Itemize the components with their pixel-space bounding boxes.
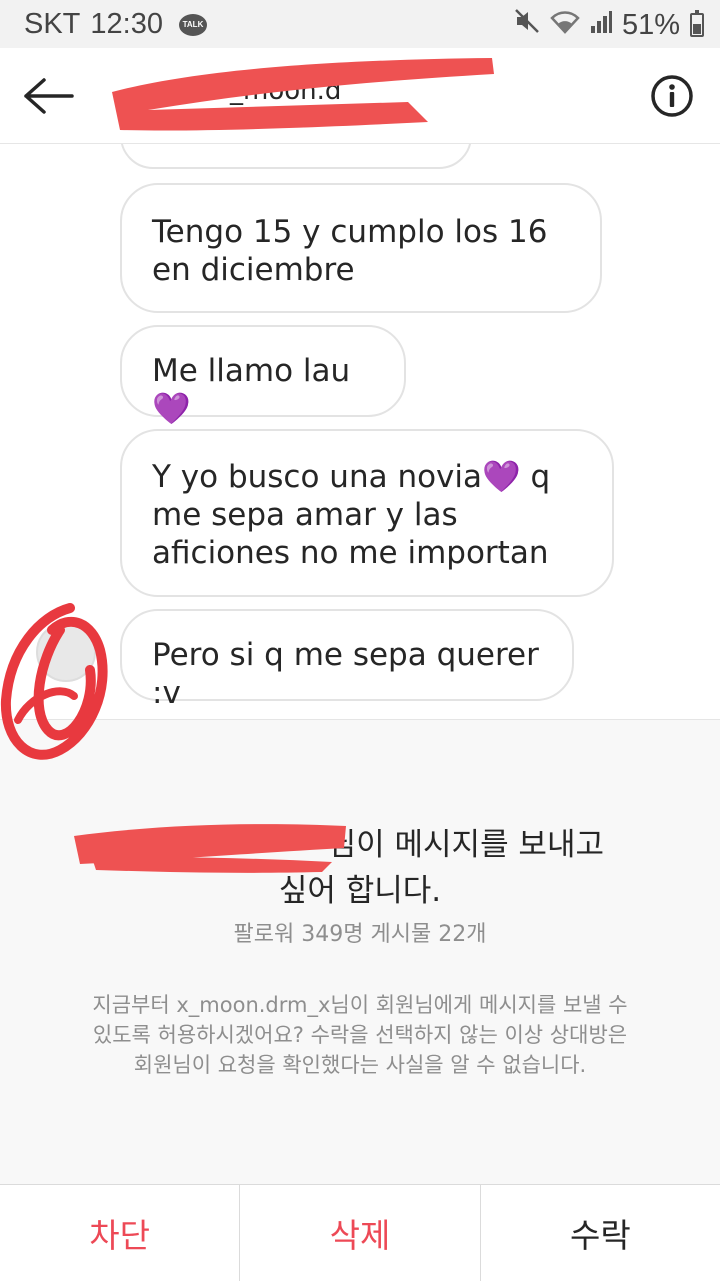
red-circle-scribble (0, 603, 108, 760)
wifi-icon (550, 9, 580, 42)
message-request-panel: 님이 메시지를 보내고 싶어 합니다. 팔로워 349명 게시물 22개 지금부… (0, 719, 720, 1185)
signal-icon (590, 9, 612, 42)
redaction-scribble (74, 824, 346, 873)
delete-button[interactable]: 삭제 (240, 1185, 481, 1281)
message-bubble (120, 143, 472, 169)
message-bubble: Me llamo lau💜 (120, 325, 406, 427)
accept-button[interactable]: 수락 (481, 1185, 720, 1281)
request-actions: 차단 삭제 수락 (0, 1184, 720, 1281)
carrier-label: SKT (24, 8, 81, 40)
clock: 12:30 (90, 8, 163, 40)
battery-percent: 51% (621, 8, 680, 41)
block-button[interactable]: 차단 (0, 1185, 241, 1281)
request-title-line2: 싶어 합니다. (278, 873, 442, 909)
message-bubble: Pero si q me sepa querer :v (120, 609, 574, 711)
redaction-scribble (112, 58, 494, 131)
message-bubble: Tengo 15 y cumplo los 16 en diciembre (120, 183, 602, 313)
back-arrow-icon[interactable] (22, 76, 74, 116)
kakaotalk-notification-icon: TALK (178, 13, 207, 36)
status-bar: SKT 12:30 TALK 51% (0, 0, 720, 48)
sender-stats: 팔로워 349명 게시물 22개 (233, 922, 487, 947)
info-icon[interactable] (650, 74, 694, 118)
battery-icon (690, 10, 704, 37)
message-bubble: Y yo busco una novia💜 q me sepa amar y l… (120, 429, 614, 597)
mute-icon (514, 8, 540, 42)
request-description: 지금부터 x_moon.drm_x님이 회원님에게 메시지를 보낼 수 있도록 … (92, 993, 628, 1077)
